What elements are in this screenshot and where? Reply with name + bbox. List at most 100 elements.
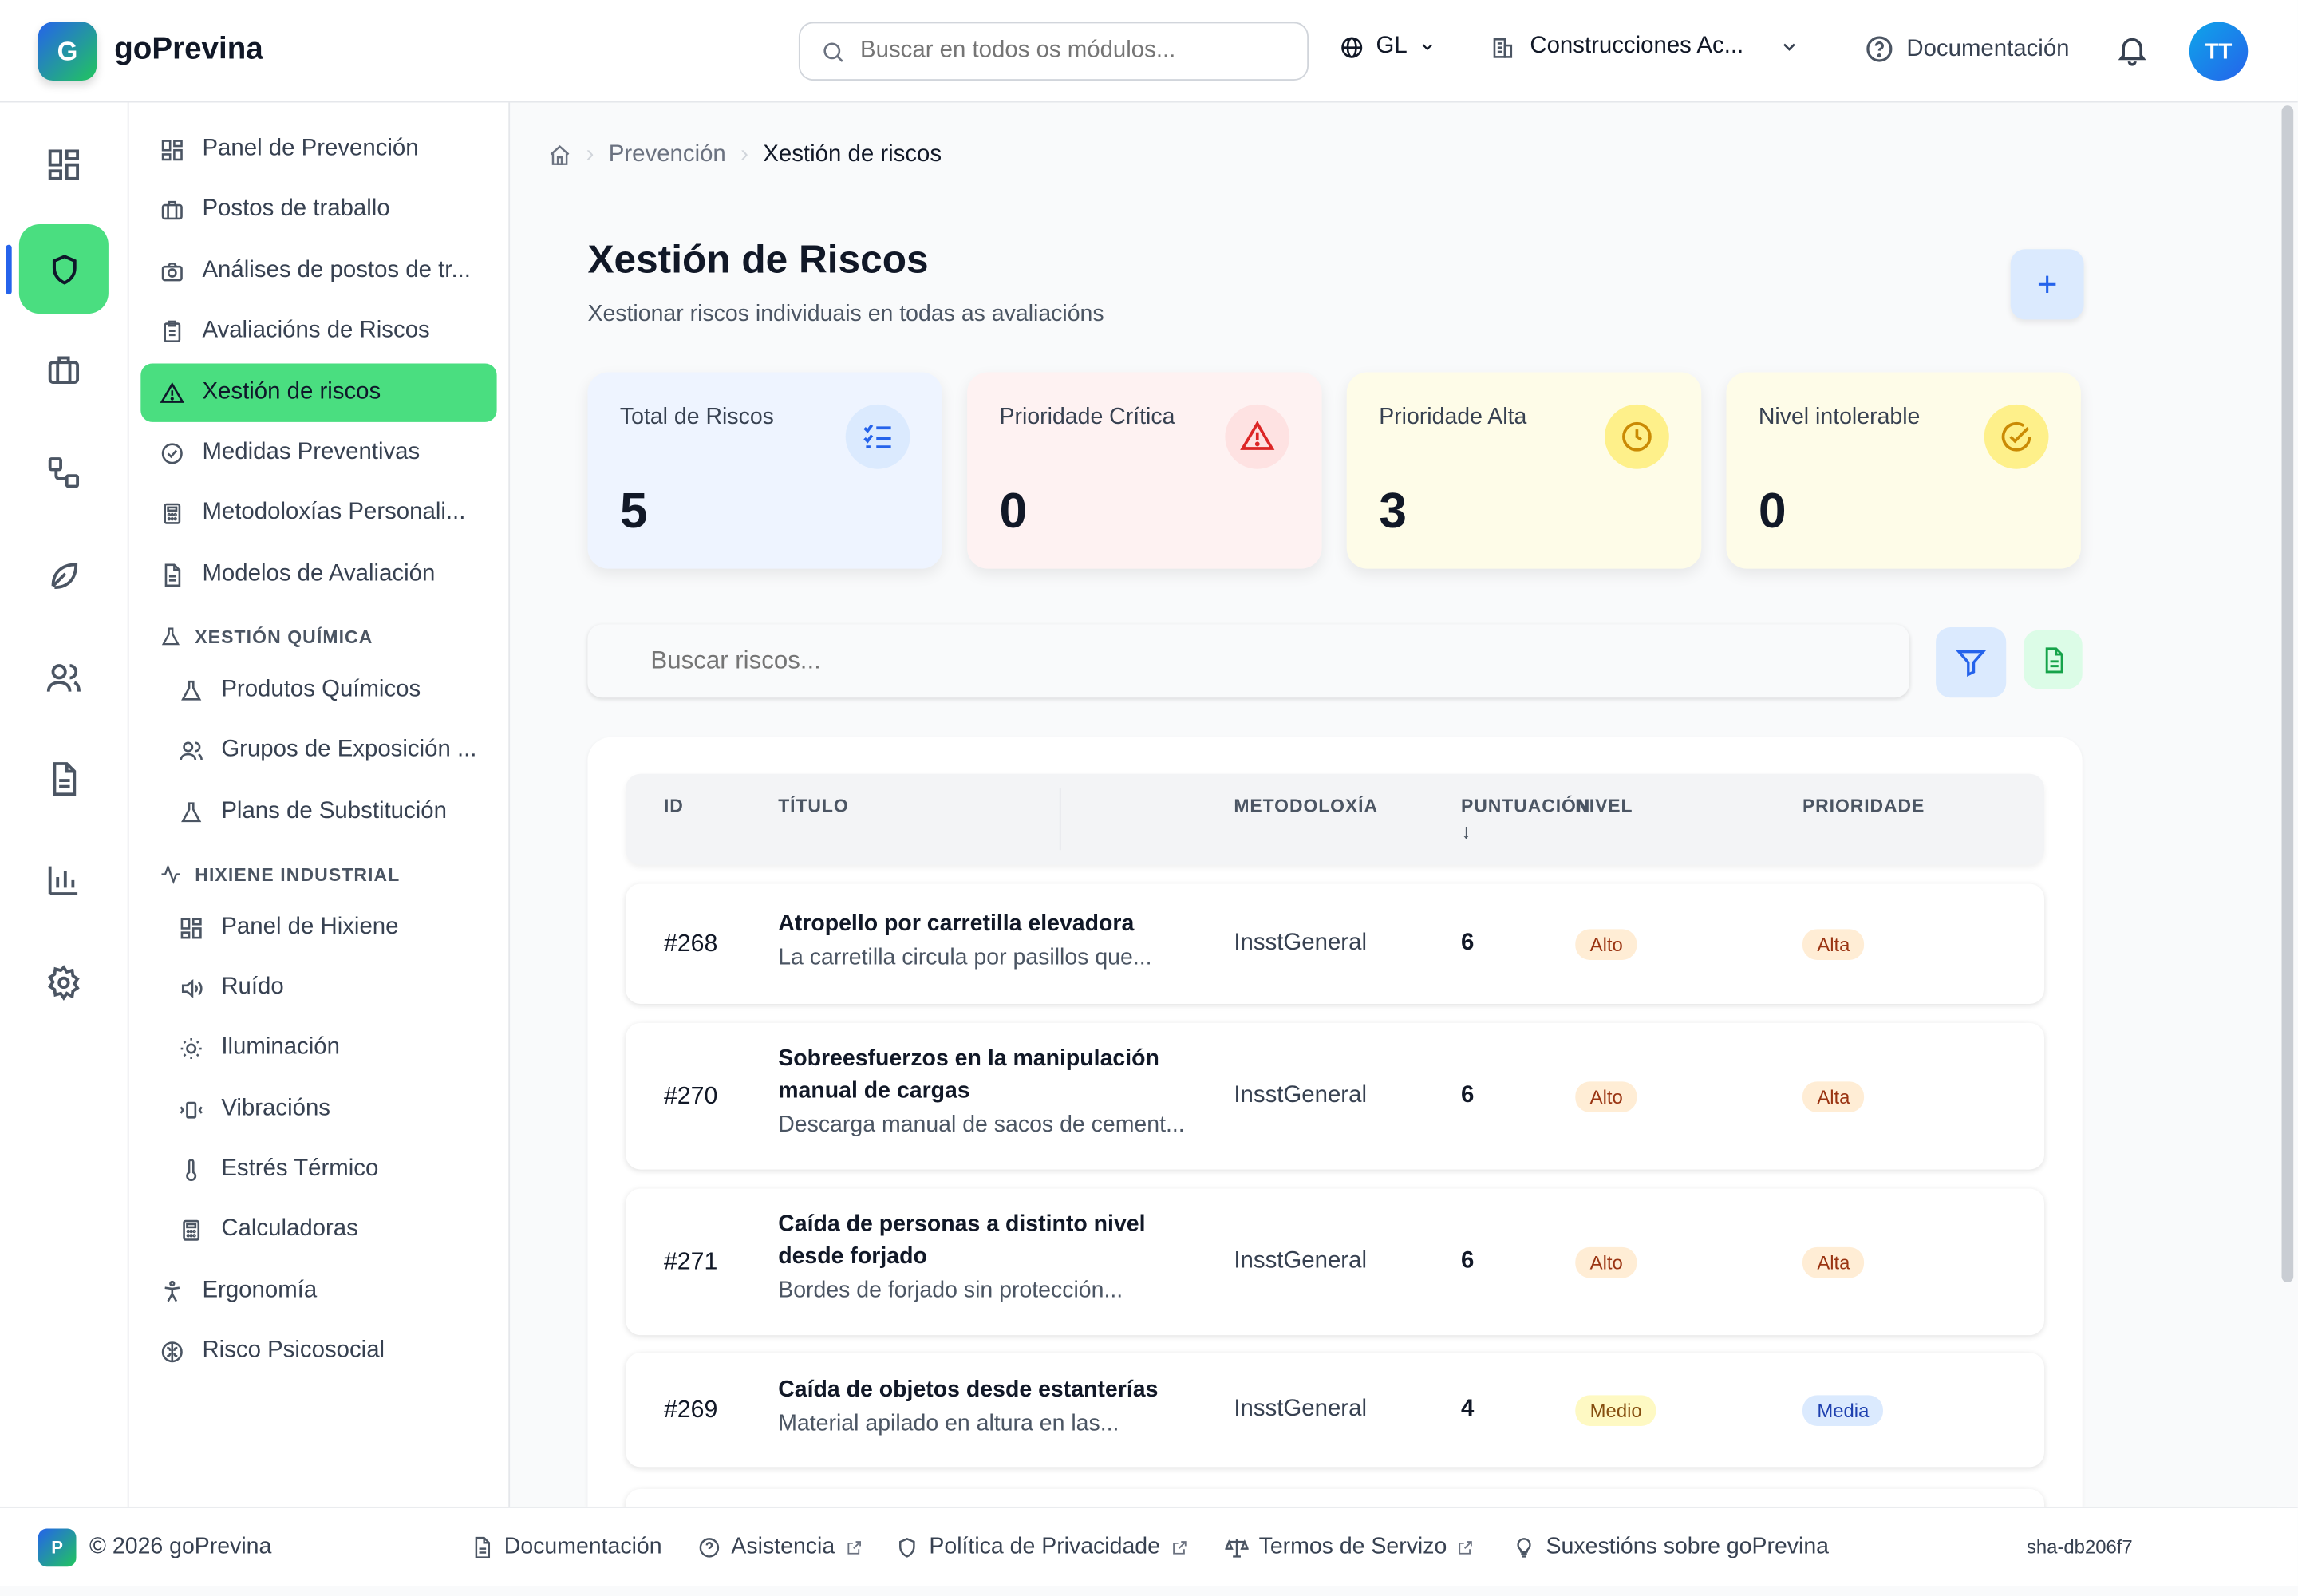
page-title: Xestión de Riscos (587, 237, 929, 282)
app-logo[interactable]: G (38, 22, 97, 81)
export-button[interactable] (2024, 630, 2083, 689)
footer-link-support[interactable]: Asistencia (697, 1535, 863, 1561)
nav-item-prevention-panel[interactable]: Panel de Prevención (140, 120, 496, 179)
page-scrollbar[interactable] (2276, 102, 2298, 1507)
nav-item-psychosocial[interactable]: Risco Psicosocial (140, 1322, 496, 1381)
footer-link-documentation[interactable]: Documentación (471, 1535, 662, 1561)
rail-workplaces[interactable] (19, 326, 109, 415)
nav-item-noise[interactable]: Ruído (140, 958, 496, 1017)
scrollbar-thumb[interactable] (2281, 105, 2294, 1282)
warning-icon (160, 381, 185, 402)
column-header-level[interactable]: NIVEL (1575, 796, 1633, 816)
column-header-title[interactable]: TÍTULO (778, 796, 848, 816)
help-circle-icon (699, 1538, 720, 1558)
column-header-score[interactable]: PUNTUACIÓN ↓ (1461, 796, 1590, 843)
nav-item-lighting[interactable]: Iluminación (140, 1018, 496, 1077)
nav-item-workplace-analysis[interactable]: Análises de postos de tr... (140, 242, 496, 300)
stat-card-total: Total de Riscos 5 (587, 372, 942, 569)
company-selector[interactable]: Construcciones Ac... (1491, 34, 1799, 60)
risk-id: #269 (663, 1396, 718, 1424)
nav-item-risk-assessments[interactable]: Avaliacións de Riscos (140, 302, 496, 360)
nav-item-vibrations[interactable]: Vibracións (140, 1080, 496, 1139)
footer-link-privacy[interactable]: Política de Privacidade (895, 1535, 1188, 1561)
nav-item-exposure-groups[interactable]: Grupos de Exposición ... (140, 721, 496, 780)
calculator-icon (164, 502, 181, 523)
column-header-methodology[interactable]: METODOLOXÍA (1234, 796, 1378, 816)
chevron-down-icon (1783, 43, 1795, 51)
footer-link-terms[interactable]: Termos de Servizo (1225, 1535, 1475, 1561)
footer-link-label: Suxestións sobre goPrevina (1546, 1534, 1830, 1560)
section-hygiene[interactable]: HIXIENE INDUSTRIAL (160, 863, 400, 886)
brand-name[interactable]: goPrevina (114, 32, 263, 67)
accessibility-icon (164, 1279, 180, 1302)
workflow-icon (48, 457, 80, 488)
nav-item-custom-methodologies[interactable]: Metodoloxías Personali... (140, 484, 496, 542)
rail-people[interactable] (19, 633, 109, 722)
footer-link-label: Asistencia (731, 1534, 835, 1560)
user-avatar[interactable]: TT (2189, 22, 2249, 81)
nav-item-risk-management[interactable]: Xestión de riscos (140, 363, 497, 422)
risk-search[interactable] (587, 624, 1910, 698)
filter-button[interactable] (1936, 627, 2007, 698)
nav-item-label: Grupos de Exposición ... (221, 737, 477, 763)
section-chemical[interactable]: XESTIÓN QUÍMICA (160, 626, 373, 648)
language-selector[interactable]: GL (1340, 34, 1437, 60)
stat-badge (845, 404, 910, 469)
table-row[interactable]: #268 Atropello por carretilla elevadora … (626, 883, 2044, 1005)
documentation-link[interactable]: Documentación (1864, 34, 2070, 65)
rail-settings[interactable] (19, 938, 109, 1027)
risk-title[interactable]: Atropello por carretilla elevadora (778, 909, 1203, 941)
rail-reports[interactable] (19, 836, 109, 925)
alert-triangle-icon (1240, 421, 1275, 450)
nav-item-hygiene-panel[interactable]: Panel de Hixiene (140, 899, 496, 957)
nav-item-calculators[interactable]: Calculadoras (140, 1200, 496, 1258)
global-search[interactable] (798, 22, 1309, 81)
footer-link-suggestions[interactable]: Suxestións sobre goPrevina (1512, 1535, 1829, 1561)
nav-item-thermal-stress[interactable]: Estrés Térmico (140, 1140, 496, 1199)
global-search-input[interactable] (860, 38, 1271, 65)
table-row[interactable]: #269 Caída de objetos desde estanterías … (626, 1353, 2044, 1468)
file-export-icon (2044, 646, 2063, 673)
risk-title[interactable]: Caída de objetos desde estanterías (778, 1375, 1203, 1407)
rail-workflows[interactable] (19, 428, 109, 517)
rail-prevention[interactable] (18, 223, 109, 314)
home-icon[interactable] (548, 144, 571, 167)
nav-item-workplaces[interactable]: Postos de traballo (140, 180, 496, 239)
leaf-icon (51, 563, 78, 590)
stat-card-high: Prioridade Alta 3 (1346, 372, 1702, 569)
active-indicator (6, 244, 12, 295)
nav-item-label: Calculadoras (221, 1216, 358, 1242)
notifications-button[interactable] (2114, 32, 2150, 74)
nav-item-preventive-measures[interactable]: Medidas Preventivas (140, 424, 496, 482)
language-code: GL (1376, 34, 1408, 59)
risk-id: #268 (663, 930, 718, 958)
risk-search-input[interactable] (650, 646, 1853, 676)
nav-item-label: Ergonomía (202, 1278, 318, 1303)
risk-title[interactable]: Caída de personas a distinto nivel desde… (778, 1209, 1203, 1274)
stat-value: 5 (619, 484, 648, 539)
risk-id: #270 (663, 1083, 718, 1110)
risk-title[interactable]: Sobreesfuerzos en la manipulación manual… (778, 1044, 1203, 1108)
nav-item-ergonomics[interactable]: Ergonomía (140, 1262, 496, 1320)
nav-item-substitution-plans[interactable]: Plans de Substitución (140, 783, 496, 841)
breadcrumb-parent[interactable]: Prevención (609, 142, 726, 168)
company-name: Construcciones Ac... (1530, 34, 1744, 59)
risk-id: #271 (663, 1248, 718, 1275)
nav-item-chemicals[interactable]: Produtos Químicos (140, 661, 496, 719)
nav-item-assessment-models[interactable]: Modelos de Avaliación (140, 545, 496, 603)
file-icon (475, 1536, 491, 1558)
risk-methodology: InsstGeneral (1234, 930, 1367, 956)
rail-environment[interactable] (19, 531, 109, 620)
nav-item-label: Plans de Substitución (221, 798, 447, 824)
table-row[interactable]: #270 Sobreesfuerzos en la manipulación m… (626, 1022, 2044, 1170)
table-row[interactable]: #271 Caída de personas a distinto nivel … (626, 1188, 2044, 1336)
rail-dashboard[interactable] (19, 120, 109, 210)
column-header-priority[interactable]: PRIORIDADE (1802, 796, 1925, 816)
nav-item-label: Risco Psicosocial (202, 1337, 385, 1363)
sun-icon (180, 1037, 202, 1059)
table-row[interactable] (626, 1488, 2044, 1507)
rail-documents[interactable] (19, 734, 109, 824)
add-risk-button[interactable] (2010, 249, 2084, 320)
plus-icon (2038, 275, 2056, 294)
column-header-id[interactable]: ID (664, 796, 684, 816)
